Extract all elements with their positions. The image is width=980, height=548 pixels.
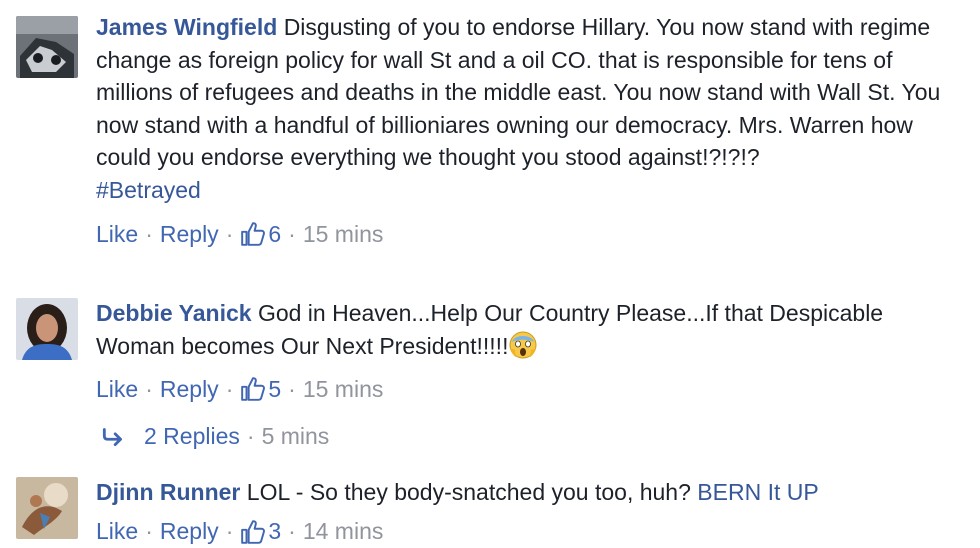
thumbs-up-icon[interactable] [240, 519, 266, 545]
like-button[interactable]: Like [96, 376, 138, 403]
timestamp[interactable]: 15 mins [303, 376, 384, 403]
separator: · [225, 220, 234, 247]
reply-arrow-icon [100, 423, 126, 449]
thumbs-up-icon[interactable] [240, 376, 266, 402]
comment-actions: Like · Reply · 6 · 15 mins [96, 218, 960, 250]
replies-timestamp[interactable]: 5 mins [262, 423, 330, 450]
author-name[interactable]: Debbie Yanick [96, 300, 252, 326]
thumbs-up-icon[interactable] [240, 221, 266, 247]
hashtag-link[interactable]: #Betrayed [96, 177, 201, 203]
like-button[interactable]: Like [96, 221, 138, 248]
comment-actions: Like · Reply · 5 · 15 mins [96, 373, 960, 405]
separator: · [145, 518, 153, 544]
like-count[interactable]: 6 [268, 221, 281, 248]
reply-button[interactable]: Reply [160, 221, 219, 248]
comment-text: Debbie Yanick God in Heaven...Help Our C… [96, 297, 960, 362]
avatar[interactable] [16, 298, 78, 360]
reply-button[interactable]: Reply [160, 376, 219, 403]
like-count[interactable]: 3 [268, 518, 281, 545]
view-replies-row: 2 Replies · 5 mins [100, 420, 329, 452]
separator: · [225, 375, 234, 402]
timestamp[interactable]: 15 mins [303, 221, 384, 248]
reply-button[interactable]: Reply [160, 518, 219, 545]
separator: · [145, 375, 153, 402]
avatar[interactable] [16, 477, 78, 539]
like-button[interactable]: Like [96, 518, 138, 545]
separator: · [288, 375, 296, 402]
comment-text: Djinn Runner LOL - So they body-snatched… [96, 476, 960, 509]
view-replies-link[interactable]: 2 Replies [144, 423, 240, 450]
avatar[interactable] [16, 16, 78, 78]
author-name[interactable]: James Wingfield [96, 14, 277, 40]
separator: · [288, 518, 296, 544]
separator: · [225, 518, 234, 544]
separator: · [288, 220, 296, 247]
like-count[interactable]: 5 [268, 376, 281, 403]
timestamp[interactable]: 14 mins [303, 518, 384, 545]
comment-body: LOL - So they body-snatched you too, huh… [246, 479, 691, 505]
separator: · [145, 220, 153, 247]
screaming-face-emoji-icon [508, 330, 538, 360]
comment-text: James Wingfield Disgusting of you to end… [96, 11, 960, 206]
hashtag-link[interactable]: BERN It UP [697, 479, 818, 505]
comment-actions: Like · Reply · 3 · 14 mins [96, 516, 960, 548]
separator: · [246, 422, 255, 449]
author-name[interactable]: Djinn Runner [96, 479, 240, 505]
